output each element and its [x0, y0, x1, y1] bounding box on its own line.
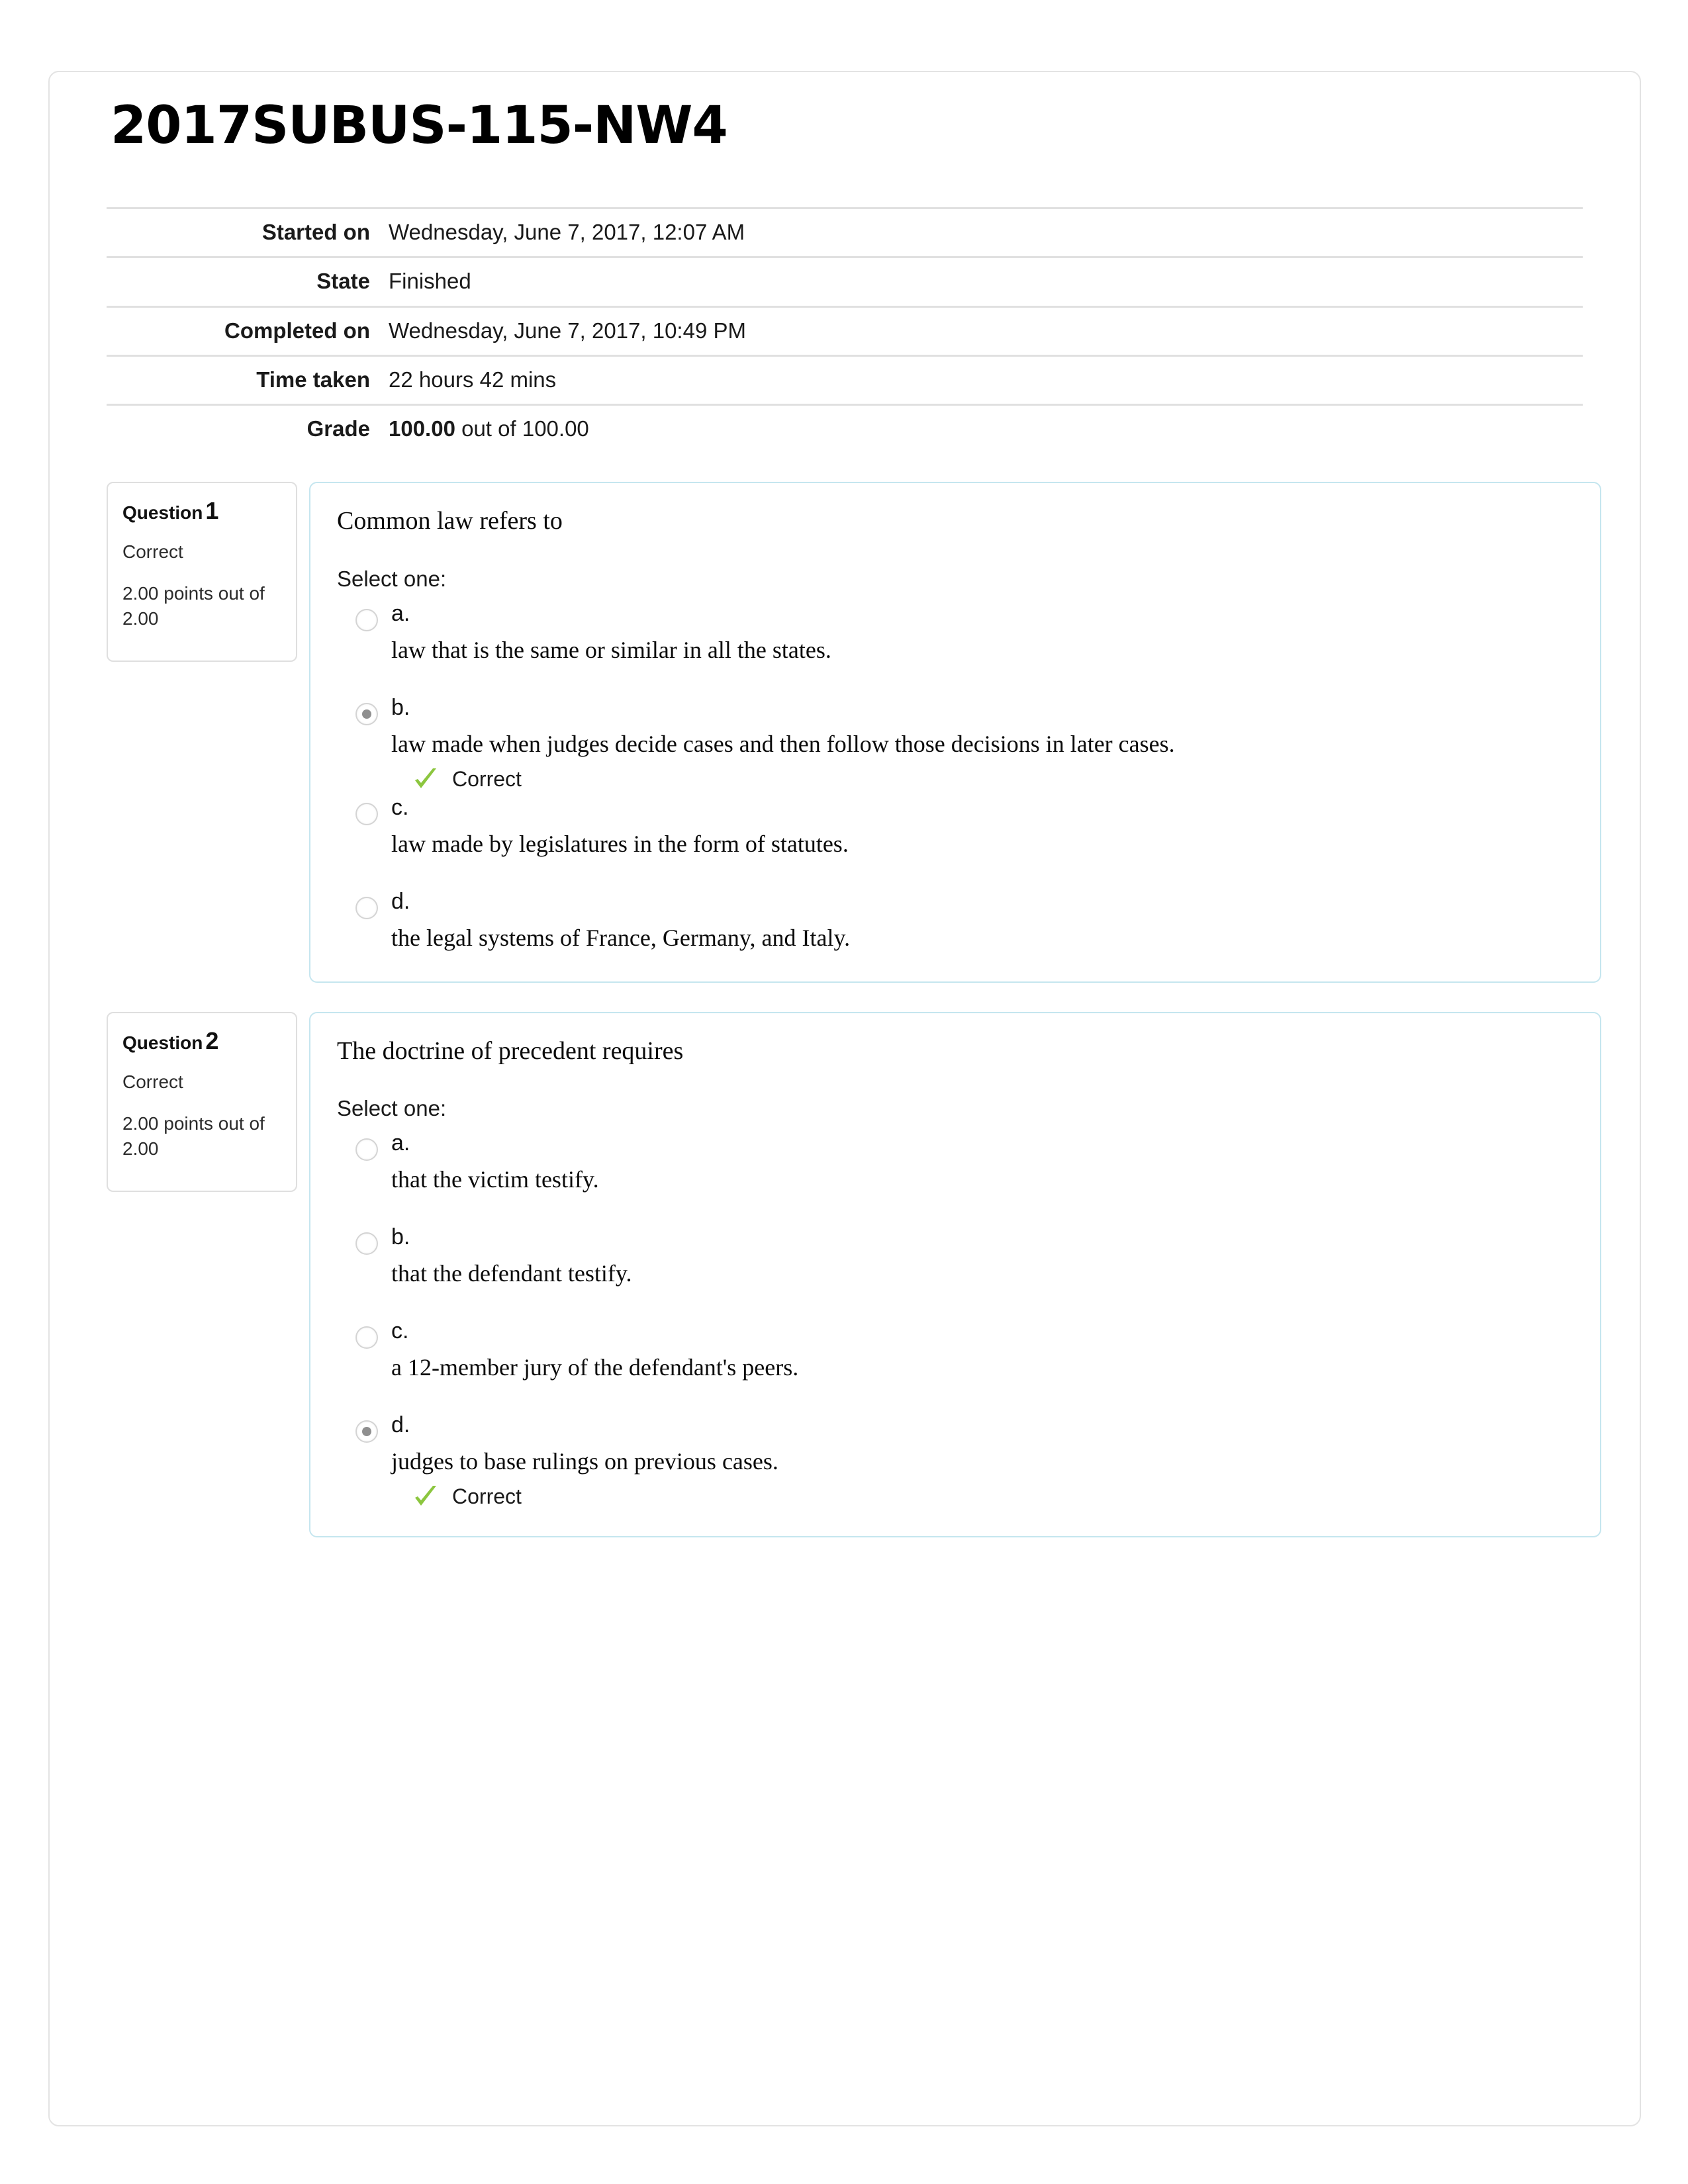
answer-text-d: the legal systems of France, Germany, an…	[391, 924, 851, 951]
summary-label-grade: Grade	[306, 416, 370, 441]
summary-label-time-taken: Time taken	[256, 367, 370, 392]
answer-text-d: judges to base rulings on previous cases…	[391, 1448, 778, 1475]
answer-option-d[interactable]: d. judges to base rulings on previous ca…	[337, 1414, 1573, 1510]
question-grade: 2.00 points out of 2.00	[122, 583, 265, 629]
check-icon	[412, 1483, 439, 1510]
answer-text-a: that the victim testify.	[391, 1166, 599, 1193]
question-heading-label: Question	[122, 502, 203, 523]
summary-value-started-on: Wednesday, June 7, 2017, 12:07 AM	[389, 220, 745, 244]
answer-options-list: a. that the victim testify. b. that the …	[337, 1132, 1573, 1510]
answer-option-b[interactable]: b. that the defendant testify.	[337, 1226, 1573, 1291]
summary-label-started-on: Started on	[261, 220, 370, 244]
answer-text-c: a 12-member jury of the defendant's peer…	[391, 1354, 799, 1381]
radio-button-d[interactable]	[355, 896, 378, 919]
answer-letter-a: a.	[391, 1130, 410, 1156]
question-state: Correct	[122, 541, 183, 563]
table-row: Grade 100.00 out of 100.00	[107, 404, 1583, 453]
answer-text-c: law made by legislatures in the form of …	[391, 830, 849, 857]
question-number: 2	[205, 1026, 219, 1054]
question-stem: Common law refers to	[337, 507, 563, 535]
answer-letter-d: d.	[391, 888, 410, 914]
question-number-heading: Question 2	[122, 1026, 283, 1054]
grade-score: 100.00	[389, 416, 455, 441]
summary-label-state: State	[316, 269, 370, 294]
radio-button-c[interactable]	[355, 1326, 378, 1349]
question-state: Correct	[122, 1071, 183, 1092]
feedback-label: Correct	[452, 766, 522, 791]
question-info-box: Question 1 Correct 2.00 points out of 2.0…	[107, 482, 297, 662]
check-icon	[412, 766, 439, 792]
radio-button-c[interactable]	[355, 802, 378, 825]
answer-option-d[interactable]: d. the legal systems of France, Germany,…	[337, 890, 1573, 955]
answer-option-b[interactable]: b. law made when judges decide cases and…	[337, 696, 1573, 792]
answer-option-a[interactable]: a. that the victim testify.	[337, 1132, 1573, 1197]
answer-option-c[interactable]: c. law made by legislatures in the form …	[337, 796, 1573, 861]
grade-suffix: out of 100.00	[455, 416, 589, 441]
answer-letter-a: a.	[391, 600, 410, 626]
question-number-heading: Question 1	[122, 499, 283, 523]
question-info-box: Question 2 Correct 2.00 points out of 2.0…	[107, 1011, 297, 1192]
page-title: 2017SUBUS-115-NW4	[111, 96, 728, 156]
answer-letter-c: c.	[391, 1318, 409, 1344]
radio-button-b[interactable]	[355, 702, 378, 725]
question-block: Question 2 Correct 2.00 points out of 2.0…	[107, 1011, 1601, 1538]
answer-letter-d: d.	[391, 1412, 410, 1438]
answer-feedback-b: Correct	[412, 766, 1573, 792]
quiz-review-page: 2017SUBUS-115-NW4 Started on Wednesday, …	[48, 71, 1641, 2126]
table-row: Started on Wednesday, June 7, 2017, 12:0…	[107, 208, 1583, 257]
summary-value-completed-on: Wednesday, June 7, 2017, 10:49 PM	[389, 318, 746, 343]
select-one-prompt: Select one:	[337, 566, 447, 591]
question-grade: 2.00 points out of 2.00	[122, 1113, 265, 1159]
question-card: Common law refers to Select one: a. law …	[309, 482, 1601, 983]
attempt-summary-body: Started on Wednesday, June 7, 2017, 12:0…	[107, 208, 1583, 453]
answer-letter-c: c.	[391, 794, 409, 820]
question-stem: The doctrine of precedent requires	[337, 1036, 684, 1065]
summary-value-time-taken: 22 hours 42 mins	[389, 367, 557, 392]
radio-button-a[interactable]	[355, 608, 378, 631]
radio-button-a[interactable]	[355, 1138, 378, 1161]
feedback-label: Correct	[452, 1484, 522, 1509]
radio-button-d[interactable]	[355, 1420, 378, 1443]
attempt-summary-table: Started on Wednesday, June 7, 2017, 12:0…	[107, 207, 1583, 453]
question-number: 1	[205, 497, 219, 525]
question-card: The doctrine of precedent requires Selec…	[309, 1011, 1601, 1538]
select-one-prompt: Select one:	[337, 1096, 447, 1121]
answer-option-c[interactable]: c. a 12-member jury of the defendant's p…	[337, 1320, 1573, 1385]
radio-dot	[362, 1427, 371, 1437]
answer-letter-b: b.	[391, 1224, 410, 1250]
answer-text-b: law made when judges decide cases and th…	[391, 730, 1175, 757]
summary-value-state: Finished	[389, 269, 471, 294]
answer-text-b: that the defendant testify.	[391, 1260, 632, 1287]
question-heading-label: Question	[122, 1032, 203, 1053]
radio-dot	[362, 709, 371, 719]
table-row: Completed on Wednesday, June 7, 2017, 10…	[107, 306, 1583, 355]
table-row: Time taken 22 hours 42 mins	[107, 355, 1583, 404]
answer-options-list: a. law that is the same or similar in al…	[337, 602, 1573, 955]
summary-value-grade: 100.00 out of 100.00	[385, 405, 1583, 453]
answer-feedback-d: Correct	[412, 1483, 1573, 1510]
summary-label-completed-on: Completed on	[224, 318, 370, 343]
answer-option-a[interactable]: a. law that is the same or similar in al…	[337, 602, 1573, 667]
table-row: State Finished	[107, 257, 1583, 306]
answer-letter-b: b.	[391, 694, 410, 720]
answer-text-a: law that is the same or similar in all t…	[391, 636, 831, 663]
question-block: Question 1 Correct 2.00 points out of 2.0…	[107, 482, 1601, 983]
radio-button-b[interactable]	[355, 1232, 378, 1255]
